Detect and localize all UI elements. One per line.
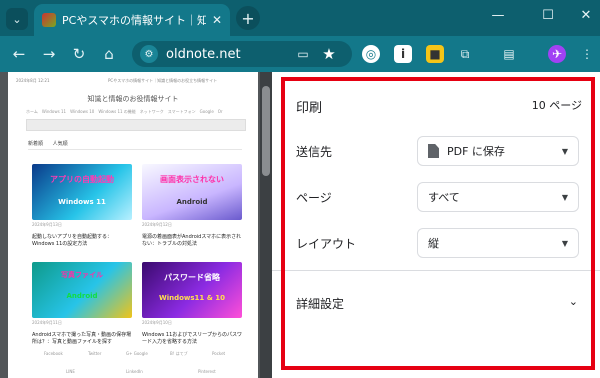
url-text: oldnote.net (166, 46, 241, 62)
preview-card: アプリの自動起動 Windows 11 2024年9月13日 起動しないアプリを… (32, 164, 132, 248)
close-window-button[interactable]: ✕ (576, 8, 596, 23)
reading-list-icon[interactable]: ▤ (500, 45, 518, 63)
card-overlay-text: 画面表示されない (160, 175, 224, 184)
preview-scrollbar-thumb[interactable] (262, 86, 270, 176)
preview-tabs: 新着順 人気順 (28, 140, 242, 150)
share-pinterest: Pinterest (198, 369, 216, 374)
card-title: Windows 11およびでスリープからのパスワード入力を省略する方法 (142, 332, 242, 345)
preview-header-title: PCやスマホの情報サイト｜知識と情報のお役立ち情報サイト (108, 78, 218, 83)
page-count: 10 ページ (531, 99, 582, 112)
card-overlay-subtext: Windows 11 (58, 198, 106, 206)
preview-page: 2024年8月 12:21 PCやスマホの情報サイト｜知識と情報のお役立ち情報サ… (8, 72, 258, 378)
card-thumbnail: 写真ファイル Android (32, 262, 132, 318)
back-arrow-icon[interactable]: ← (10, 45, 28, 63)
share-hatena: B! はてブ (170, 351, 188, 356)
extension-circle-icon[interactable]: ◎ (362, 45, 380, 63)
layout-value: 縦 (428, 237, 439, 250)
card-overlay-subtext: Android (66, 292, 98, 300)
card-title: 起動しないアプリを自動起動する：Windows 11の設定方法 (32, 234, 113, 247)
card-date: 2024年9月11日 (32, 320, 62, 325)
card-thumbnail: 画面表示されない Android (142, 164, 242, 220)
card-date: 2024年9月10日 (142, 320, 172, 325)
preview-site-brand: 知識と情報のお役情報サイト (87, 95, 179, 103)
preview-tab-new: 新着順 (28, 141, 44, 147)
share-google: G+ Google (126, 351, 148, 356)
card-overlay-text: アプリの自動起動 (50, 175, 114, 184)
extensions-puzzle-icon[interactable]: ⧉ (456, 45, 474, 63)
card-title: 電源の着画面表がAndroidスマホに表示されない：トラブルの対処法 (142, 234, 242, 247)
preview-header-date: 2024年8月 12:21 (16, 78, 50, 83)
minimize-button[interactable]: — (488, 8, 508, 23)
favicon-icon (42, 13, 56, 27)
home-icon[interactable]: ⌂ (100, 45, 118, 63)
chevron-down-icon: ⌄ (12, 12, 22, 26)
card-overlay-subtext: Android (176, 198, 208, 206)
forward-arrow-icon[interactable]: → (40, 45, 58, 63)
card-title: Androidスマホで撮った写真・動画の保存場所は？：写真と動画ファイルを探す (32, 332, 132, 345)
chevron-down-icon[interactable]: ⌄ (569, 295, 578, 308)
document-icon (428, 144, 439, 158)
maximize-button[interactable]: ☐ (538, 8, 558, 23)
site-info-icon[interactable]: ⚙ (140, 45, 158, 63)
preview-search-bar (26, 119, 246, 131)
preview-card: 画面表示されない Android 2024年9月12日 電源の着画面表がAndr… (142, 164, 242, 248)
settings-divider (272, 270, 600, 271)
tab-search-button[interactable]: ⌄ (6, 8, 28, 30)
destination-label: 送信先 (296, 145, 333, 159)
destination-value: PDF に保存 (447, 145, 505, 158)
tab-title: PCやスマホの情報サイト｜知識と情報 (62, 14, 206, 27)
dropdown-caret-icon: ▼ (561, 238, 568, 248)
menu-kebab-icon[interactable]: ⋮ (578, 45, 596, 63)
cast-icon[interactable]: ▭ (294, 45, 312, 63)
close-tab-icon[interactable]: ✕ (212, 13, 222, 27)
preview-card: 写真ファイル Android 2024年9月11日 Androidスマホで撮った… (32, 262, 132, 346)
layout-select[interactable]: 縦 ▼ (417, 228, 579, 258)
advanced-settings-toggle[interactable]: 詳細設定 (296, 295, 344, 312)
profile-avatar[interactable]: ✈ (548, 45, 566, 63)
card-date: 2024年9月12日 (142, 222, 172, 227)
share-pocket: Pocket (212, 351, 226, 356)
pages-label: ページ (296, 191, 332, 205)
pages-value: すべて (428, 191, 460, 204)
destination-select[interactable]: PDF に保存 ▼ (417, 136, 579, 166)
browser-toolbar: ← → ↻ ⌂ ⚙ oldnote.net ▭ ★ ◎ i ■ ⧉ ▤ ✈ ⋮ (0, 36, 600, 72)
card-thumbnail: アプリの自動起動 Windows 11 (32, 164, 132, 220)
card-date: 2024年9月13日 (32, 222, 62, 227)
layout-label: レイアウト (296, 237, 357, 251)
extension-info-icon[interactable]: i (394, 45, 412, 63)
card-overlay-text: 写真ファイル (61, 271, 103, 279)
preview-card: パスワード省略 Windows11 & 10 2024年9月10日 Window… (142, 262, 242, 346)
dropdown-caret-icon: ▼ (561, 192, 568, 202)
print-dialog-title: 印刷 (296, 101, 323, 116)
print-preview-pane: 2024年8月 12:21 PCやスマホの情報サイト｜知識と情報のお役立ち情報サ… (0, 72, 272, 378)
preview-tab-popular: 人気順 (52, 141, 68, 147)
new-tab-button[interactable]: + (236, 6, 260, 30)
preview-nav: ホーム Windows 11 Windows 10 Windows 11 の機能… (26, 109, 223, 114)
share-line: LINE (66, 369, 75, 374)
card-thumbnail: パスワード省略 Windows11 & 10 (142, 262, 242, 318)
bookmark-star-icon[interactable]: ★ (320, 45, 338, 63)
tab-bar: ⌄ PCやスマホの情報サイト｜知識と情報 ✕ + — ☐ ✕ (0, 0, 600, 36)
reload-icon[interactable]: ↻ (70, 45, 88, 63)
pages-select[interactable]: すべて ▼ (417, 182, 579, 212)
share-twitter: Twitter (88, 351, 102, 356)
card-overlay-subtext: Windows11 & 10 (158, 294, 226, 302)
browser-tab[interactable]: PCやスマホの情報サイト｜知識と情報 ✕ (34, 4, 230, 36)
address-bar[interactable]: ⚙ oldnote.net (132, 41, 352, 67)
card-overlay-text: パスワード省略 (164, 273, 220, 282)
extension-note-icon[interactable]: ■ (426, 45, 444, 63)
share-linkedin: LinkedIn (126, 369, 143, 374)
share-facebook: Facebook (44, 351, 63, 356)
print-settings-panel: 印刷 10 ページ 送信先 PDF に保存 ▼ ページ すべて ▼ レイアウト … (272, 72, 600, 378)
dropdown-caret-icon: ▼ (561, 146, 568, 156)
